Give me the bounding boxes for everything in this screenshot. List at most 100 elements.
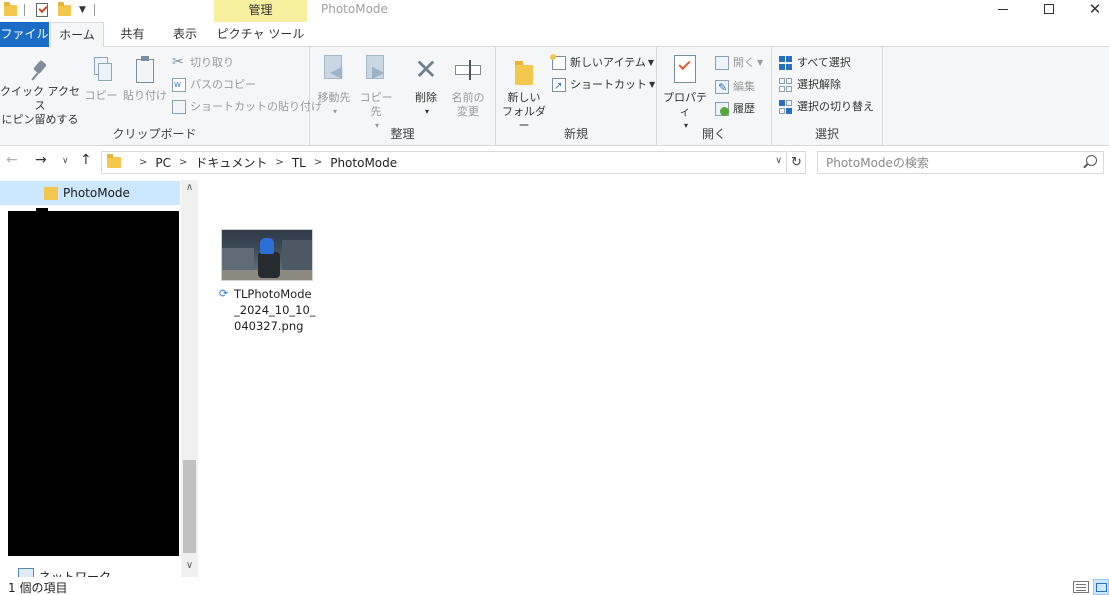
paste-icon: [134, 56, 156, 84]
quick-access-customize-icon[interactable]: ▼: [79, 2, 86, 18]
copy-path-button[interactable]: パスのコピー: [172, 76, 256, 94]
redacted-region: [8, 208, 179, 556]
delete-label: 削除: [415, 91, 437, 104]
rename-label-1: 名前の: [451, 91, 485, 104]
tab-share[interactable]: 共有: [110, 22, 155, 47]
breadcrumb-documents[interactable]: ドキュメント: [195, 154, 267, 171]
tab-file[interactable]: ファイル: [0, 22, 49, 47]
move-to-icon: ◀: [320, 55, 348, 85]
chevron-right-icon[interactable]: >: [179, 157, 187, 168]
copy-to-button[interactable]: ▶ コピー先 ▾: [356, 55, 396, 133]
refresh-icon: ↻: [791, 155, 802, 170]
back-button[interactable]: ←: [6, 152, 18, 168]
tab-view[interactable]: 表示: [165, 22, 205, 47]
open-group: プロパティ ▾ 開く▼ 編集 履歴 開く: [657, 47, 772, 146]
edit-button[interactable]: 編集: [715, 78, 755, 97]
select-all-icon: [779, 56, 793, 70]
paste-shortcut-button[interactable]: ショートカットの貼り付け: [172, 98, 322, 116]
status-bar: 1 個の項目: [0, 577, 1109, 595]
forward-button[interactable]: →: [35, 152, 47, 168]
history-button[interactable]: 履歴: [715, 100, 755, 118]
copy-button[interactable]: コピー: [84, 57, 118, 103]
minimize-button[interactable]: [980, 0, 1026, 18]
search-input[interactable]: [826, 152, 1076, 173]
easy-access-button[interactable]: ショートカット▼: [552, 76, 655, 96]
paste-label: 貼り付け: [123, 89, 167, 102]
breadcrumb-tl[interactable]: TL: [292, 156, 306, 170]
history-label: 履歴: [733, 102, 755, 115]
ribbon: クイック アクセス にピン留めする コピー 貼り付け 切り取り パスのコピー シ…: [0, 47, 1109, 146]
file-list: ⟳ TLPhotoMode_2024_10_10_040327.png: [199, 180, 1109, 577]
search-icon[interactable]: [1086, 155, 1097, 166]
quick-access-properties-icon[interactable]: [36, 2, 48, 18]
invert-selection-label: 選択の切り替え: [797, 100, 874, 113]
cut-button[interactable]: 切り取り: [172, 53, 234, 72]
properties-button[interactable]: プロパティ ▾: [661, 55, 709, 133]
properties-icon: [673, 55, 697, 85]
breadcrumb-pc[interactable]: PC: [155, 156, 171, 170]
chevron-right-icon[interactable]: >: [139, 157, 147, 168]
shortcut-icon: [552, 78, 566, 96]
file-item[interactable]: ⟳ TLPhotoMode_2024_10_10_040327.png: [219, 229, 317, 334]
maximize-button[interactable]: [1026, 0, 1072, 18]
new-group-label: 新規: [563, 127, 588, 141]
clipboard-group: クイック アクセス にピン留めする コピー 貼り付け 切り取り パスのコピー シ…: [0, 47, 322, 146]
breadcrumb-photomode[interactable]: PhotoMode: [330, 156, 397, 170]
invert-selection-button[interactable]: 選択の切り替え: [779, 98, 874, 116]
paste-button[interactable]: 貼り付け: [122, 56, 168, 103]
open-icon: [715, 56, 729, 70]
large-icons-view-icon[interactable]: [1093, 579, 1109, 595]
item-count: 1 個の項目: [8, 581, 68, 595]
file-name: TLPhotoMode_2024_10_10_040327.png: [234, 287, 316, 333]
close-button[interactable]: ✕: [1072, 0, 1109, 18]
copy-icon: [90, 57, 112, 83]
chevron-right-icon[interactable]: >: [275, 157, 283, 168]
organize-group-label: 整理: [390, 127, 415, 141]
move-to-button[interactable]: ◀ 移動先 ▾: [314, 55, 354, 119]
open-button[interactable]: 開く ▼: [715, 54, 763, 72]
nav-scrollbar[interactable]: ∧ ∨: [181, 180, 198, 577]
copy-to-label: コピー先: [359, 91, 393, 118]
rename-button[interactable]: 名前の 変更: [448, 57, 488, 119]
navigation-pane: PhotoMode ネットワーク ∧ ∨: [0, 180, 198, 582]
search-box[interactable]: [817, 151, 1104, 174]
details-view-icon[interactable]: [1073, 581, 1089, 593]
paste-shortcut-label: ショートカットの貼り付け: [190, 100, 322, 113]
address-dropdown-icon[interactable]: ∨: [775, 156, 782, 166]
select-group-label: 選択: [814, 127, 839, 141]
chevron-right-icon[interactable]: >: [314, 157, 322, 168]
new-folder-icon: [513, 57, 535, 85]
scissors-icon: [172, 53, 186, 71]
maximize-icon: [1044, 4, 1054, 14]
tab-picture-tools[interactable]: ピクチャ ツール: [214, 22, 307, 47]
scrollbar-thumb[interactable]: [183, 460, 196, 553]
tab-home[interactable]: ホーム: [50, 22, 104, 48]
rename-label-2: 変更: [457, 105, 479, 118]
select-all-label: すべて選択: [797, 56, 851, 69]
up-button[interactable]: ↑: [80, 152, 92, 168]
pin-label-1: クイック アクセス: [0, 85, 80, 112]
delete-button[interactable]: ✕ 削除 ▾: [408, 56, 444, 119]
manage-context-tab[interactable]: 管理: [214, 0, 307, 22]
scroll-up-icon[interactable]: ∧: [181, 182, 198, 193]
copy-path-icon: [172, 78, 186, 92]
select-all-button[interactable]: すべて選択: [779, 54, 851, 72]
select-none-icon: [779, 78, 793, 92]
recent-locations-chevron-icon[interactable]: ∨: [62, 156, 69, 166]
select-none-label: 選択解除: [797, 78, 841, 91]
pin-quick-access-button[interactable]: クイック アクセス にピン留めする: [0, 59, 80, 127]
clipboard-group-label: クリップボード: [112, 127, 197, 141]
address-bar[interactable]: > PC > ドキュメント > TL > PhotoMode ∨: [101, 151, 787, 174]
window-title: PhotoMode: [321, 2, 388, 16]
paste-shortcut-icon: [172, 100, 186, 114]
address-folder-icon: [107, 154, 121, 168]
new-item-button[interactable]: 新しいアイテム ▼: [550, 54, 654, 72]
new-folder-button[interactable]: 新しい フォルダー: [500, 57, 548, 133]
open-label: 開く: [733, 56, 755, 69]
nav-item-photomode[interactable]: PhotoMode: [0, 181, 180, 205]
select-none-button[interactable]: 選択解除: [779, 76, 841, 94]
refresh-button[interactable]: ↻: [788, 151, 806, 174]
quick-access-new-folder-icon[interactable]: [58, 1, 71, 18]
quick-access-folder-icon[interactable]: [4, 1, 17, 18]
scroll-down-icon[interactable]: ∨: [181, 560, 198, 571]
